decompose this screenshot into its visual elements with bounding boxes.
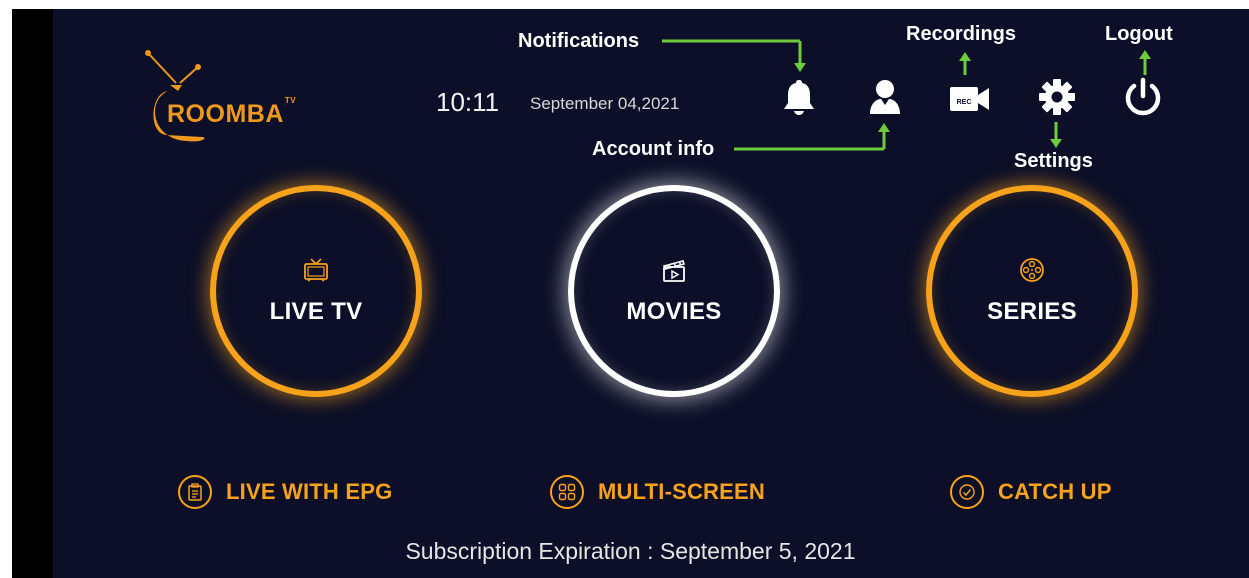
catch-up-button[interactable]: CATCH UP [950,475,1112,509]
multi-screen-button[interactable]: MULTI-SCREEN [550,475,765,509]
movies-tile[interactable]: MOVIES [568,185,780,397]
catchup-icon-ring [950,475,984,509]
movies-label: MOVIES [626,298,722,325]
subscription-expiration: Subscription Expiration : September 5, 2… [405,538,856,564]
logout-annotation: Logout [1105,23,1173,45]
live-with-epg-label: LIVE WITH EPG [226,479,393,504]
live-with-epg-button[interactable]: LIVE WITH EPG [178,475,392,509]
multiscreen-icon-ring [550,475,584,509]
notifications-annotation: Notifications [518,30,640,52]
settings-annotation: Settings [1014,150,1093,172]
multi-screen-label: MULTI-SCREEN [598,479,765,504]
series-tile[interactable]: SERIES [926,185,1138,397]
live-tv-tile[interactable]: LIVE TV [210,185,422,397]
grid-icon [558,483,576,501]
recordings-annotation: Recordings [906,23,1017,45]
catch-up-label: CATCH UP [998,479,1112,504]
film-reel-icon [1020,258,1044,282]
clipboard-icon [188,483,202,501]
app-screen: ROOMBATV 10:11 September 04,2021 REC Not… [12,9,1249,578]
series-label: SERIES [987,298,1077,325]
epg-icon-ring [178,475,212,509]
tv-icon [304,258,328,282]
account-info-annotation: Account info [592,138,715,160]
clapperboard-icon [662,260,686,282]
live-tv-label: LIVE TV [269,298,363,325]
check-circle-icon [959,484,975,500]
